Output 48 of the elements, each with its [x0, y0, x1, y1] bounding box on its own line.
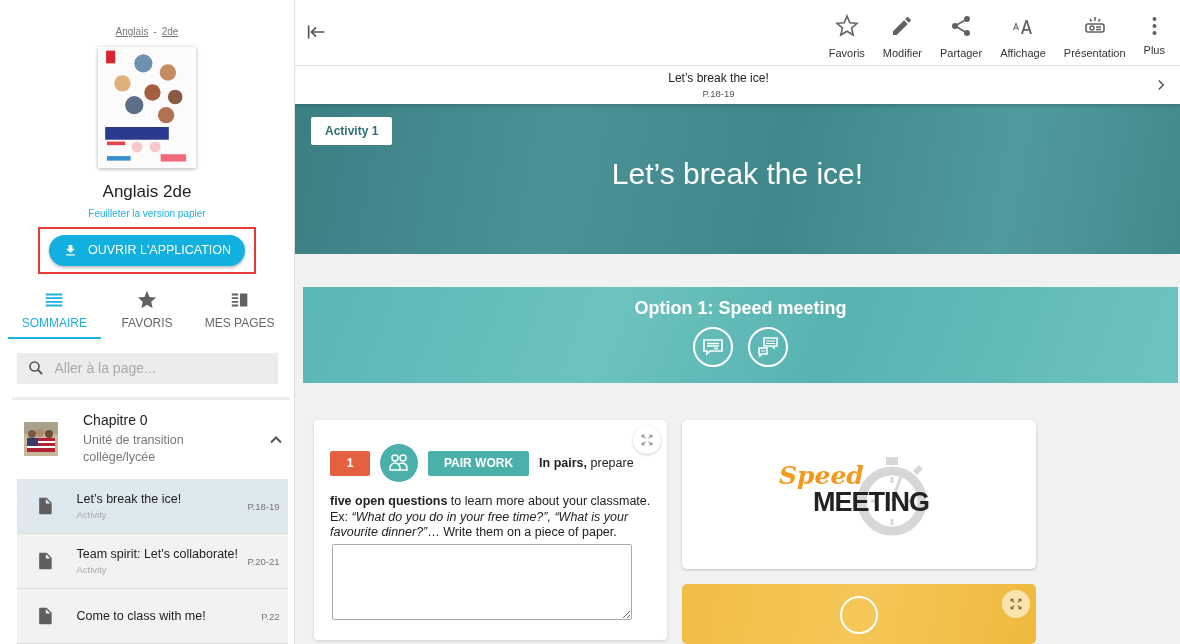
toc-item[interactable]: Let’s break the ice! Activity P.18-19 [16, 479, 288, 534]
page-range: P.22 [261, 610, 280, 622]
page-range: P.18-19 [247, 500, 280, 512]
chapter-subtitle: Unité de transition collège/lycée [83, 431, 185, 467]
toolbar-button[interactable]: Présentation [1054, 13, 1135, 59]
toolbar-button[interactable]: Affichage [991, 13, 1055, 59]
answer-box[interactable] [332, 543, 632, 620]
speech-bubble-icon [693, 327, 733, 368]
item-title: Come to class with me! [76, 609, 207, 623]
toolbar-button[interactable]: Modifier [873, 13, 931, 59]
circle-icon [840, 596, 878, 634]
chevron-up-icon[interactable] [270, 436, 282, 445]
more-vertical-icon [1151, 16, 1157, 35]
toc-item[interactable]: Come to class with me! P.22 [16, 589, 288, 644]
page-range: P.20-21 [247, 555, 280, 567]
conversation-icon [748, 327, 788, 368]
item-title: Let’s break the ice! [76, 492, 183, 506]
expand-icon [1008, 596, 1024, 612]
item-title: Team spirit: Let's collaborate! [76, 547, 239, 561]
search-field[interactable]: Aller à la page... [16, 352, 278, 384]
pair-work-tag: PAIR WORK [428, 450, 530, 476]
toc-item[interactable]: Team spirit: Let's collaborate! Activity P.20-21 [16, 534, 288, 589]
toolbar-button[interactable]: Favoris [819, 13, 874, 59]
page-title: Let’s break the ice! [668, 70, 769, 85]
activity-title: Let’s break the ice! [611, 156, 864, 191]
exercise-number: 1 [330, 450, 370, 476]
breadcrumb-link[interactable]: 2de [161, 26, 179, 37]
expand-button[interactable] [1002, 590, 1030, 618]
chapter-title: Chapitre 0 [83, 411, 149, 428]
book-title: Anglais 2de [102, 181, 192, 202]
item-type: Activity [76, 509, 108, 520]
page-range: P.18-19 [702, 87, 735, 99]
breadcrumb-link[interactable]: Anglais [115, 26, 149, 37]
activity-label: Activity 1 [311, 116, 393, 145]
people-icon [380, 444, 418, 482]
item-type: Activity [76, 564, 108, 575]
instruction-text: In pairs, prepare [539, 456, 634, 470]
option-title: Option 1: Speed meeting [634, 298, 847, 320]
search-icon [26, 358, 45, 377]
breadcrumb-separator: - [153, 26, 157, 37]
sidebar-tab[interactable]: FAVORIS [100, 287, 194, 339]
expand-button[interactable] [633, 426, 661, 454]
expand-icon [639, 432, 655, 448]
sidebar-tab[interactable]: MES PAGES [193, 287, 286, 339]
star-outline-icon [834, 13, 859, 38]
instruction-text: five open questions to learn more about your classmate. Ex: “What do you do in your free time?”, “What is your favourite dinner?”… Write them on a piece of paper. [330, 494, 651, 541]
toolbar-button[interactable]: Partager [930, 13, 992, 59]
toolbar-button[interactable]: Plus [1134, 16, 1174, 56]
